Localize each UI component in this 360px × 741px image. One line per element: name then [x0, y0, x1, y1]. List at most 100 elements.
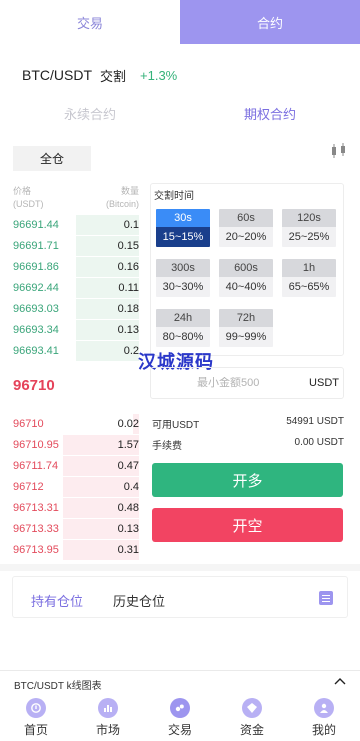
row-qty: 0.18 [117, 303, 139, 315]
nav-label: 资金 [239, 723, 264, 737]
row-price: 96713.33 [13, 523, 59, 535]
tab-perpetual[interactable]: 永续合约 [0, 104, 180, 126]
delivery-option[interactable]: 72h 99~99% [219, 309, 273, 347]
ask-row[interactable]: 96710 0.02 [13, 414, 139, 434]
trade-icon [170, 698, 190, 718]
positions-tabs: 持有仓位 历史仓位 [12, 576, 348, 618]
delivery-time: 72h [219, 309, 273, 327]
row-price: 96710.95 [13, 439, 59, 451]
row-price: 96691.44 [13, 219, 59, 231]
bid-row[interactable]: 96691.86 0.16 [13, 257, 139, 277]
nav-label: 市场 [95, 723, 120, 737]
row-qty: 0.15 [117, 240, 139, 252]
price-change: +1.3% [140, 67, 178, 83]
row-price: 96692.44 [13, 282, 59, 294]
bid-row[interactable]: 96693.34 0.13 [13, 320, 139, 340]
ask-row[interactable]: 96712 0.4 [13, 477, 139, 497]
bid-row[interactable]: 96692.44 0.11 [13, 278, 139, 298]
orderbook-header: 价格 (USDT) 数量 (Bitcoin) [13, 185, 139, 213]
row-price: 96713.95 [13, 544, 59, 556]
delivery-rate: 40~40% [219, 277, 273, 297]
amount-field[interactable]: USDT [150, 367, 344, 399]
ask-row[interactable]: 96711.74 0.47 [13, 456, 139, 476]
tab-history-positions[interactable]: 历史仓位 [113, 591, 165, 610]
delivery-option[interactable]: 1h 65~65% [282, 259, 336, 297]
kline-chart-bar[interactable]: BTC/USDT k线图表 [0, 670, 360, 692]
contract-type: 交割 [100, 68, 127, 84]
bottom-nav: 首页 市场 交易 资金 我的 [0, 692, 360, 741]
fee-value: 0.00 USDT [294, 437, 344, 448]
pair-header[interactable]: BTC/USDT 交割 +1.3% [22, 66, 177, 84]
qty-unit: (Bitcoin) [105, 199, 139, 209]
nav-item-market[interactable]: 市场 [72, 692, 144, 741]
wallet-icon [242, 698, 262, 718]
delivery-rate: 99~99% [219, 327, 273, 347]
row-price: 96693.03 [13, 303, 59, 315]
row-qty: 0.02 [117, 418, 139, 430]
delivery-option[interactable]: 300s 30~30% [156, 259, 210, 297]
available-value: 54991 USDT [286, 416, 344, 427]
row-price: 96693.34 [13, 324, 59, 336]
top-tabs: 交易 合约 [0, 0, 360, 44]
delivery-option[interactable]: 30s 15~15% [156, 209, 210, 247]
delivery-time: 600s [219, 259, 273, 277]
open-long-button[interactable]: 开多 [152, 463, 343, 497]
row-qty: 0.4 [123, 481, 139, 493]
available-label: 可用USDT [152, 420, 200, 431]
delivery-time: 1h [282, 259, 336, 277]
orderbook-asks: 96710 0.02 96710.95 1.57 96711.74 0.47 96712 0.… [13, 414, 139, 561]
price-header: 价格 [13, 186, 32, 196]
section-divider [0, 564, 360, 571]
delivery-time: 300s [156, 259, 210, 277]
delivery-option[interactable]: 24h 80~80% [156, 309, 210, 347]
bid-row[interactable]: 96691.71 0.15 [13, 236, 139, 256]
row-qty: 0.13 [117, 324, 139, 336]
tab-contract[interactable]: 合约 [180, 0, 360, 44]
delivery-time-panel: 交割时间 30s 15~15% 60s 20~20% 120s 25~25% 300s 30~… [150, 183, 344, 356]
amount-input[interactable] [151, 377, 301, 389]
nav-item-home[interactable]: 首页 [0, 692, 72, 741]
row-price: 96691.86 [13, 261, 59, 273]
nav-item-user[interactable]: 我的 [288, 692, 360, 741]
row-price: 96710 [13, 418, 44, 430]
tab-holding-positions[interactable]: 持有仓位 [31, 591, 83, 610]
row-qty: 0.13 [117, 523, 139, 535]
list-icon[interactable] [319, 591, 333, 605]
ask-row[interactable]: 96713.31 0.48 [13, 498, 139, 518]
margin-mode-button[interactable]: 全仓 [13, 146, 91, 171]
ask-row[interactable]: 96710.95 1.57 [13, 435, 139, 455]
tab-options[interactable]: 期权合约 [180, 104, 360, 126]
fee-label: 手续费 [152, 441, 182, 452]
delivery-rate: 25~25% [282, 227, 336, 247]
qty-header: 数量 [120, 186, 139, 196]
kline-chart-label: BTC/USDT k线图表 [14, 681, 102, 692]
row-price: 96691.71 [13, 240, 59, 252]
bid-row[interactable]: 96693.41 0.2 [13, 341, 139, 361]
nav-item-wallet[interactable]: 资金 [216, 692, 288, 741]
delivery-option[interactable]: 120s 25~25% [282, 209, 336, 247]
ask-row[interactable]: 96713.95 0.31 [13, 540, 139, 560]
user-icon [314, 698, 334, 718]
tab-exchange[interactable]: 交易 [0, 0, 180, 44]
orderbook-bids: 96691.44 0.1 96691.71 0.15 96691.86 0.16 96692… [13, 215, 139, 362]
delivery-option[interactable]: 600s 40~40% [219, 259, 273, 297]
delivery-rate: 30~30% [156, 277, 210, 297]
row-qty: 0.2 [123, 345, 139, 357]
row-qty: 0.1 [123, 219, 139, 231]
nav-label: 交易 [167, 723, 192, 737]
nav-label: 我的 [311, 723, 336, 737]
bid-row[interactable]: 96693.03 0.18 [13, 299, 139, 319]
pair-name: BTC/USDT [22, 67, 92, 83]
ask-row[interactable]: 96713.33 0.13 [13, 519, 139, 539]
delivery-option[interactable]: 60s 20~20% [219, 209, 273, 247]
bid-row[interactable]: 96691.44 0.1 [13, 215, 139, 235]
candlestick-icon[interactable] [330, 142, 348, 160]
open-short-button[interactable]: 开空 [152, 508, 343, 542]
delivery-time: 30s [156, 209, 210, 227]
delivery-time: 60s [219, 209, 273, 227]
delivery-rate: 15~15% [156, 227, 210, 247]
chevron-up-icon[interactable] [334, 676, 346, 686]
row-qty: 0.31 [117, 544, 139, 556]
nav-item-trade[interactable]: 交易 [144, 692, 216, 741]
row-qty: 1.57 [117, 439, 139, 451]
